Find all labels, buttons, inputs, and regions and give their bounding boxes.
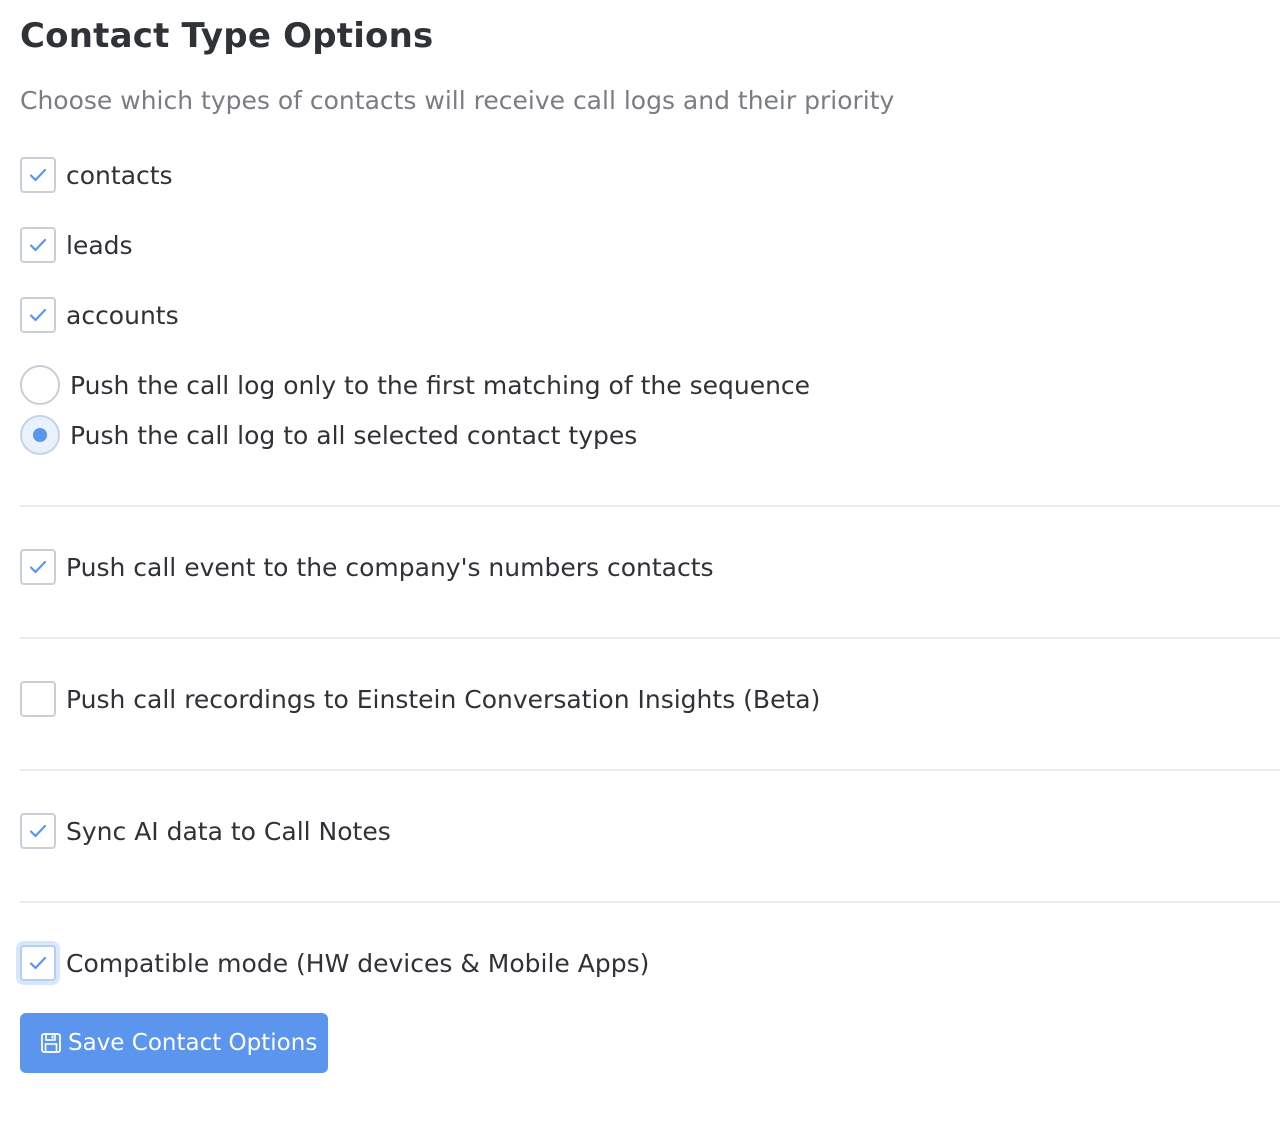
radio-label: Push the call log only to the first matc… — [70, 370, 811, 400]
checkbox-compatible-mode[interactable]: Compatible mode (HW devices & Mobile App… — [20, 943, 649, 983]
checkbox-label: Push call event to the company's numbers… — [66, 552, 714, 582]
page-title: Contact Type Options — [20, 16, 434, 56]
checkbox-box[interactable] — [20, 549, 56, 585]
section-divider — [20, 901, 1280, 903]
save-button-label: Save Contact Options — [68, 1030, 318, 1056]
radio-label: Push the call log to all selected contac… — [70, 420, 638, 450]
check-icon — [29, 956, 47, 970]
checkbox-box[interactable] — [20, 297, 56, 333]
check-icon — [29, 824, 47, 838]
section-divider — [20, 637, 1280, 639]
checkbox-label: contacts — [66, 160, 173, 190]
checkbox-ai-sync[interactable]: Sync AI data to Call Notes — [20, 811, 391, 851]
checkbox-einstein[interactable]: Push call recordings to Einstein Convers… — [20, 679, 820, 719]
checkbox-box[interactable] — [20, 813, 56, 849]
checkbox-box[interactable] — [20, 945, 56, 981]
floppy-disk-icon — [40, 1032, 62, 1054]
check-icon — [29, 238, 47, 252]
contact-type-options-panel: Contact Type Options Choose which types … — [0, 0, 1280, 1124]
check-icon — [29, 560, 47, 574]
checkbox-leads[interactable]: leads — [20, 225, 133, 265]
page-subtitle: Choose which types of contacts will rece… — [20, 86, 895, 115]
radio-circle[interactable] — [20, 415, 60, 455]
save-contact-options-button[interactable]: Save Contact Options — [20, 1013, 328, 1073]
checkbox-box[interactable] — [20, 227, 56, 263]
checkbox-label: accounts — [66, 300, 179, 330]
radio-selected-dot — [33, 428, 47, 442]
checkbox-box[interactable] — [20, 681, 56, 717]
checkbox-label: Compatible mode (HW devices & Mobile App… — [66, 948, 650, 978]
section-divider — [20, 505, 1280, 507]
checkbox-contacts[interactable]: contacts — [20, 155, 173, 195]
checkbox-label: leads — [66, 230, 133, 260]
checkbox-company-numbers[interactable]: Push call event to the company's numbers… — [20, 547, 714, 587]
radio-push-first-match[interactable]: Push the call log only to the first matc… — [20, 365, 810, 405]
radio-circle[interactable] — [20, 365, 60, 405]
radio-push-all-types[interactable]: Push the call log to all selected contac… — [20, 415, 637, 455]
checkbox-label: Sync AI data to Call Notes — [66, 816, 391, 846]
check-icon — [29, 308, 47, 322]
checkbox-box[interactable] — [20, 157, 56, 193]
checkbox-label: Push call recordings to Einstein Convers… — [66, 684, 821, 714]
checkbox-accounts[interactable]: accounts — [20, 295, 179, 335]
check-icon — [29, 168, 47, 182]
section-divider — [20, 769, 1280, 771]
